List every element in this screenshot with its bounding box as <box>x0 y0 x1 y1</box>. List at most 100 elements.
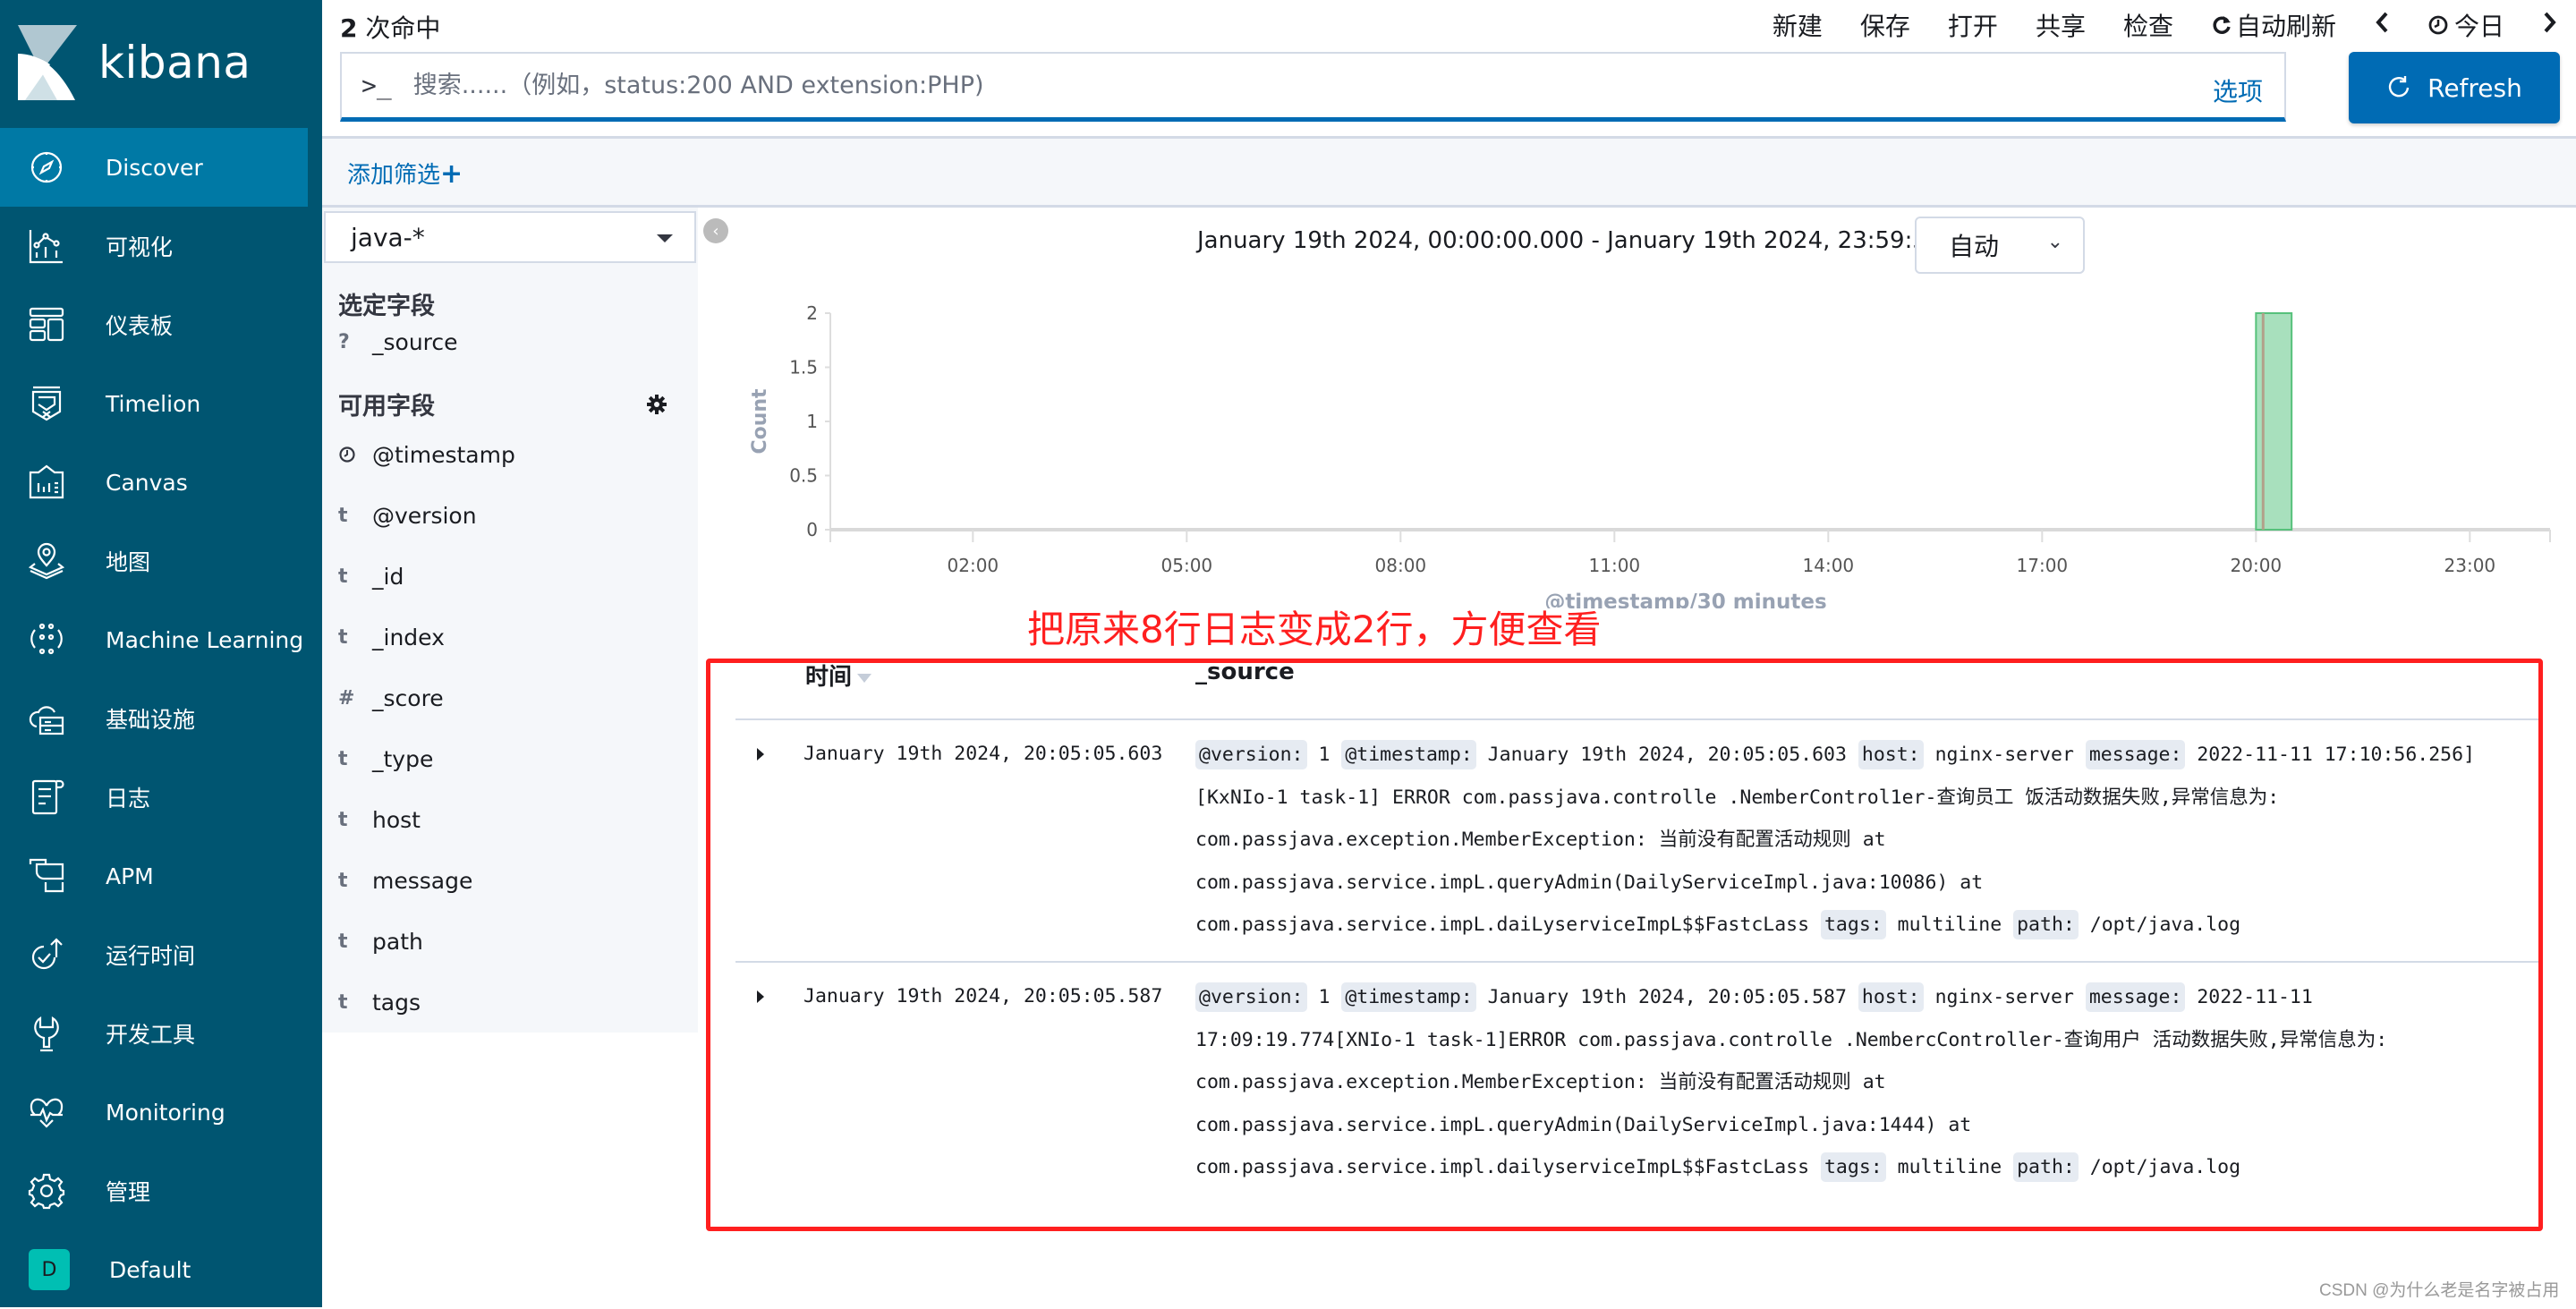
x-tick-label: 02:00 <box>948 555 999 576</box>
nav-item-apm[interactable]: APM <box>0 837 322 915</box>
menu-share[interactable]: 共享 <box>2036 7 2086 43</box>
nav-item-label: 可视化 <box>106 234 174 260</box>
nav-item-label: Discover <box>106 154 203 181</box>
visualize-icon <box>27 226 66 266</box>
y-tick-label: 1.5 <box>789 357 818 378</box>
field-item[interactable]: t _index <box>338 619 445 655</box>
field-item[interactable]: t path <box>338 923 423 959</box>
field-item[interactable]: t _type <box>338 741 433 777</box>
source-field-value: com.passjava.service.impL.daiLyserviceIm… <box>1195 914 1821 936</box>
field-item[interactable]: t @version <box>338 497 477 533</box>
expand-row-icon[interactable] <box>757 990 764 1003</box>
source-line: @version: 1 @timestamp: January 19th 202… <box>1195 734 2529 777</box>
nav-item-管理[interactable]: 管理 <box>0 1152 322 1230</box>
field-item[interactable]: t message <box>338 863 472 898</box>
query-options-link[interactable]: 选项 <box>2213 72 2263 108</box>
field-item[interactable]: # _score <box>338 680 444 716</box>
field-name: host <box>372 806 421 833</box>
field-sidebar: java-* 选定字段 ? _source 可用字段 @timestamp t @ve… <box>322 208 698 1033</box>
kibana-logo[interactable]: kibana <box>18 25 251 100</box>
nav-item-开发工具[interactable]: 开发工具 <box>0 994 322 1073</box>
histogram-chart[interactable]: 0 0.5 1 1.5 2 02:00 05:00 08:00 11:00 14:00 17:00 2… <box>734 286 2576 608</box>
field-item[interactable]: @timestamp <box>338 437 515 472</box>
nav-item-地图[interactable]: 地图 <box>0 522 322 600</box>
nav-item-label: 日志 <box>106 786 151 812</box>
source-line: com.passjava.service.impL.queryAdmin(Dai… <box>1195 862 2529 905</box>
nav-item-monitoring[interactable]: Monitoring <box>0 1073 322 1152</box>
nav-item-canvas[interactable]: Canvas <box>0 443 322 522</box>
string-type-icon: t <box>338 565 348 588</box>
string-type-icon: t <box>338 504 348 527</box>
hits-number: 2 <box>340 13 358 43</box>
field-item[interactable]: ? _source <box>338 324 458 360</box>
nav-item-label: 仪表板 <box>106 313 174 339</box>
field-item[interactable]: t tags <box>338 984 421 1020</box>
collapse-sidebar-button[interactable]: ‹ <box>703 218 728 243</box>
compass-icon <box>27 148 66 187</box>
search-input[interactable] <box>411 71 2213 100</box>
source-field-value: multiline <box>1885 914 2014 936</box>
string-type-icon: t <box>338 869 348 892</box>
clock-icon <box>2428 15 2448 35</box>
menu-save[interactable]: 保存 <box>1860 7 1910 43</box>
source-field-key: path: <box>2013 910 2079 939</box>
source-field-value: January 19th 2024, 20:05:05.603 <box>1475 744 1858 766</box>
source-field-key: @version: <box>1195 740 1307 769</box>
source-field-key: host: <box>1858 740 1924 769</box>
nav-list: Discover 可视化仪表板 Timelion Canvas 地图 Machine Le… <box>0 128 322 1309</box>
nav-item-discover[interactable]: Discover <box>0 128 308 207</box>
source-field-key: host: <box>1858 982 1924 1012</box>
uptime-icon <box>27 935 66 974</box>
source-line: com.passjava.exception.MemberException: … <box>1195 819 2529 862</box>
index-pattern-select[interactable]: java-* <box>324 211 696 263</box>
nav-item-日志[interactable]: 日志 <box>0 758 322 837</box>
time-column-header[interactable]: 时间 <box>805 659 872 692</box>
apm-icon <box>27 856 66 896</box>
source-line: com.passjava.service.impL.queryAdmin(Dai… <box>1195 1104 2529 1147</box>
kibana-logo-icon <box>18 25 77 100</box>
source-field-key: @timestamp: <box>1341 740 1476 769</box>
sort-down-icon[interactable] <box>857 673 872 683</box>
nav-item-基础设施[interactable]: 基础设施 <box>0 679 322 758</box>
nav-item-运行时间[interactable]: 运行时间 <box>0 915 322 994</box>
nav-item-仪表板[interactable]: 仪表板 <box>0 285 322 364</box>
nav-item-machine-learning[interactable]: Machine Learning <box>0 600 322 679</box>
add-filter-button[interactable]: 添加筛选+ <box>347 157 463 190</box>
source-field-value: com.passjava.exception.MemberException: … <box>1195 829 1886 851</box>
refresh-icon <box>2388 76 2410 98</box>
auto-refresh-button[interactable]: 自动刷新 <box>2211 7 2336 43</box>
space-selector[interactable]: D Default <box>0 1230 322 1309</box>
annotation-text: 把原来8行日志变成2行，方便查看 <box>1027 608 1602 651</box>
space-label: Default <box>109 1256 191 1283</box>
field-name: path <box>372 928 423 955</box>
field-settings-gear-icon[interactable] <box>646 394 667 415</box>
menu-new[interactable]: 新建 <box>1773 7 1823 43</box>
source-line: com.passjava.service.impL.daiLyserviceIm… <box>1195 904 2529 947</box>
menu-open[interactable]: 打开 <box>1948 7 1998 43</box>
nav-item-label: APM <box>106 863 154 889</box>
field-name: message <box>372 867 473 894</box>
x-tick-label: 14:00 <box>1803 555 1855 576</box>
nav-item-timelion[interactable]: Timelion <box>0 364 322 443</box>
source-field-value: nginx-server <box>1923 744 2086 766</box>
row-timestamp: January 19th 2024, 20:05:05.587 <box>803 985 1163 1007</box>
time-picker-button[interactable]: 今日 <box>2427 7 2504 43</box>
y-axis-title: Count <box>749 388 771 455</box>
refresh-button[interactable]: Refresh <box>2349 52 2560 123</box>
time-prev-button[interactable] <box>2374 11 2390 40</box>
refresh-label: Refresh <box>2427 72 2522 103</box>
map-icon <box>27 541 66 581</box>
time-next-button[interactable] <box>2542 11 2558 40</box>
field-name: _source <box>372 328 458 355</box>
add-filter-label: 添加筛选 <box>347 162 441 189</box>
interval-select[interactable]: 自动 ⌄ <box>1915 217 2085 274</box>
field-item[interactable]: t host <box>338 802 421 837</box>
nav-item-可视化[interactable]: 可视化 <box>0 207 322 285</box>
source-field-key: message: <box>2085 982 2186 1012</box>
kibana-wordmark: kibana <box>98 37 251 89</box>
field-item[interactable]: t _id <box>338 558 404 594</box>
expand-row-icon[interactable] <box>757 748 764 761</box>
menu-inspect[interactable]: 检查 <box>2123 7 2173 43</box>
source-field-value: com.passjava.service.impL.queryAdmin(Dai… <box>1195 871 1984 894</box>
source-field-value: /opt/java.log <box>2078 1156 2241 1178</box>
